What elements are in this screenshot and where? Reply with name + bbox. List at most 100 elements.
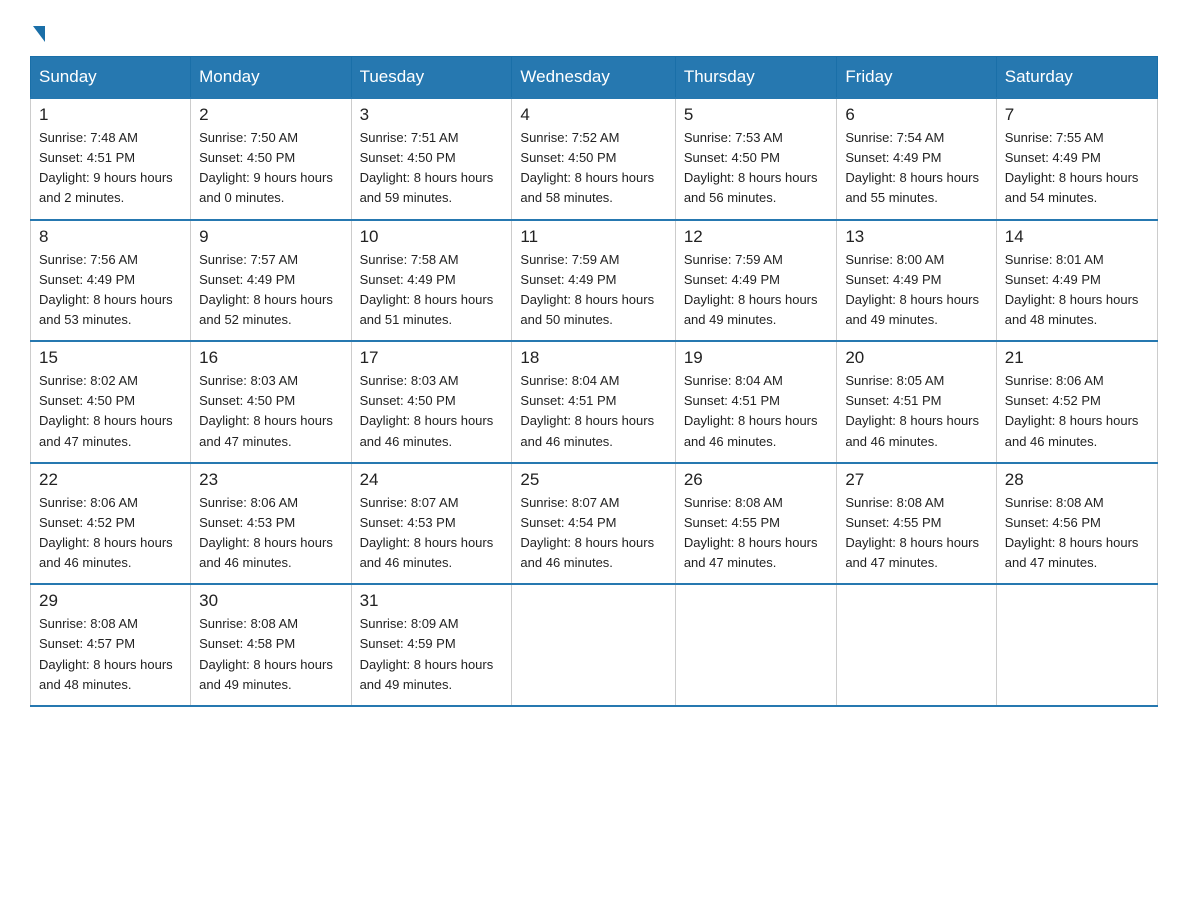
day-info: Sunrise: 7:54 AMSunset: 4:49 PMDaylight:… <box>845 128 987 209</box>
calendar-cell: 25 Sunrise: 8:07 AMSunset: 4:54 PMDayligh… <box>512 463 675 585</box>
calendar-cell: 31 Sunrise: 8:09 AMSunset: 4:59 PMDayligh… <box>351 584 512 706</box>
day-number: 23 <box>199 470 342 490</box>
calendar-cell: 11 Sunrise: 7:59 AMSunset: 4:49 PMDayligh… <box>512 220 675 342</box>
page-header <box>30 20 1158 40</box>
day-info: Sunrise: 8:09 AMSunset: 4:59 PMDaylight:… <box>360 614 504 695</box>
day-info: Sunrise: 8:08 AMSunset: 4:55 PMDaylight:… <box>684 493 829 574</box>
day-number: 17 <box>360 348 504 368</box>
day-number: 14 <box>1005 227 1149 247</box>
col-header-wednesday: Wednesday <box>512 57 675 99</box>
col-header-sunday: Sunday <box>31 57 191 99</box>
day-info: Sunrise: 8:00 AMSunset: 4:49 PMDaylight:… <box>845 250 987 331</box>
day-number: 11 <box>520 227 666 247</box>
day-info: Sunrise: 7:53 AMSunset: 4:50 PMDaylight:… <box>684 128 829 209</box>
day-info: Sunrise: 7:50 AMSunset: 4:50 PMDaylight:… <box>199 128 342 209</box>
calendar-cell <box>675 584 837 706</box>
calendar-cell: 14Sunrise: 8:01 AMSunset: 4:49 PMDayligh… <box>996 220 1157 342</box>
day-number: 12 <box>684 227 829 247</box>
calendar-cell: 8 Sunrise: 7:56 AMSunset: 4:49 PMDaylight… <box>31 220 191 342</box>
day-number: 15 <box>39 348 182 368</box>
day-info: Sunrise: 8:06 AMSunset: 4:52 PMDaylight:… <box>39 493 182 574</box>
calendar-week-row: 22Sunrise: 8:06 AMSunset: 4:52 PMDayligh… <box>31 463 1158 585</box>
calendar-cell: 28 Sunrise: 8:08 AMSunset: 4:56 PMDayligh… <box>996 463 1157 585</box>
day-info: Sunrise: 7:51 AMSunset: 4:50 PMDaylight:… <box>360 128 504 209</box>
calendar-cell: 26 Sunrise: 8:08 AMSunset: 4:55 PMDayligh… <box>675 463 837 585</box>
calendar-cell: 5Sunrise: 7:53 AMSunset: 4:50 PMDaylight… <box>675 98 837 220</box>
calendar-cell: 7 Sunrise: 7:55 AMSunset: 4:49 PMDaylight… <box>996 98 1157 220</box>
logo-triangle-icon <box>33 26 45 42</box>
day-number: 9 <box>199 227 342 247</box>
day-number: 27 <box>845 470 987 490</box>
day-info: Sunrise: 8:06 AMSunset: 4:52 PMDaylight:… <box>1005 371 1149 452</box>
day-number: 16 <box>199 348 342 368</box>
day-number: 3 <box>360 105 504 125</box>
calendar-cell: 12 Sunrise: 7:59 AMSunset: 4:49 PMDayligh… <box>675 220 837 342</box>
calendar-cell: 10 Sunrise: 7:58 AMSunset: 4:49 PMDayligh… <box>351 220 512 342</box>
day-info: Sunrise: 8:02 AMSunset: 4:50 PMDaylight:… <box>39 371 182 452</box>
day-number: 8 <box>39 227 182 247</box>
day-number: 30 <box>199 591 342 611</box>
day-number: 26 <box>684 470 829 490</box>
day-number: 20 <box>845 348 987 368</box>
day-info: Sunrise: 7:59 AMSunset: 4:49 PMDaylight:… <box>684 250 829 331</box>
day-info: Sunrise: 7:59 AMSunset: 4:49 PMDaylight:… <box>520 250 666 331</box>
calendar-cell: 13 Sunrise: 8:00 AMSunset: 4:49 PMDayligh… <box>837 220 996 342</box>
calendar-cell <box>996 584 1157 706</box>
day-number: 6 <box>845 105 987 125</box>
calendar-header-row: SundayMondayTuesdayWednesdayThursdayFrid… <box>31 57 1158 99</box>
day-number: 2 <box>199 105 342 125</box>
day-info: Sunrise: 8:08 AMSunset: 4:56 PMDaylight:… <box>1005 493 1149 574</box>
calendar-week-row: 29Sunrise: 8:08 AMSunset: 4:57 PMDayligh… <box>31 584 1158 706</box>
day-number: 4 <box>520 105 666 125</box>
calendar-cell: 19 Sunrise: 8:04 AMSunset: 4:51 PMDayligh… <box>675 341 837 463</box>
calendar-cell: 1 Sunrise: 7:48 AMSunset: 4:51 PMDaylight… <box>31 98 191 220</box>
day-number: 28 <box>1005 470 1149 490</box>
calendar-cell: 27 Sunrise: 8:08 AMSunset: 4:55 PMDayligh… <box>837 463 996 585</box>
day-info: Sunrise: 7:55 AMSunset: 4:49 PMDaylight:… <box>1005 128 1149 209</box>
day-info: Sunrise: 7:56 AMSunset: 4:49 PMDaylight:… <box>39 250 182 331</box>
calendar-cell: 23 Sunrise: 8:06 AMSunset: 4:53 PMDayligh… <box>191 463 351 585</box>
day-number: 25 <box>520 470 666 490</box>
calendar-cell: 3 Sunrise: 7:51 AMSunset: 4:50 PMDaylight… <box>351 98 512 220</box>
day-info: Sunrise: 8:08 AMSunset: 4:55 PMDaylight:… <box>845 493 987 574</box>
calendar-cell: 2 Sunrise: 7:50 AMSunset: 4:50 PMDaylight… <box>191 98 351 220</box>
day-number: 18 <box>520 348 666 368</box>
calendar-week-row: 1 Sunrise: 7:48 AMSunset: 4:51 PMDaylight… <box>31 98 1158 220</box>
day-info: Sunrise: 8:04 AMSunset: 4:51 PMDaylight:… <box>520 371 666 452</box>
day-info: Sunrise: 8:06 AMSunset: 4:53 PMDaylight:… <box>199 493 342 574</box>
day-number: 31 <box>360 591 504 611</box>
calendar-cell: 6 Sunrise: 7:54 AMSunset: 4:49 PMDaylight… <box>837 98 996 220</box>
day-info: Sunrise: 8:05 AMSunset: 4:51 PMDaylight:… <box>845 371 987 452</box>
day-info: Sunrise: 8:07 AMSunset: 4:54 PMDaylight:… <box>520 493 666 574</box>
calendar-cell <box>837 584 996 706</box>
calendar-cell: 9 Sunrise: 7:57 AMSunset: 4:49 PMDaylight… <box>191 220 351 342</box>
calendar-cell: 24Sunrise: 8:07 AMSunset: 4:53 PMDayligh… <box>351 463 512 585</box>
calendar-cell: 16Sunrise: 8:03 AMSunset: 4:50 PMDayligh… <box>191 341 351 463</box>
calendar-cell: 15 Sunrise: 8:02 AMSunset: 4:50 PMDayligh… <box>31 341 191 463</box>
day-info: Sunrise: 8:04 AMSunset: 4:51 PMDaylight:… <box>684 371 829 452</box>
day-info: Sunrise: 7:57 AMSunset: 4:49 PMDaylight:… <box>199 250 342 331</box>
calendar-cell: 21Sunrise: 8:06 AMSunset: 4:52 PMDayligh… <box>996 341 1157 463</box>
day-info: Sunrise: 8:08 AMSunset: 4:57 PMDaylight:… <box>39 614 182 695</box>
calendar-cell: 17Sunrise: 8:03 AMSunset: 4:50 PMDayligh… <box>351 341 512 463</box>
col-header-tuesday: Tuesday <box>351 57 512 99</box>
day-info: Sunrise: 7:52 AMSunset: 4:50 PMDaylight:… <box>520 128 666 209</box>
day-number: 19 <box>684 348 829 368</box>
day-number: 7 <box>1005 105 1149 125</box>
day-number: 1 <box>39 105 182 125</box>
calendar-cell: 30 Sunrise: 8:08 AMSunset: 4:58 PMDayligh… <box>191 584 351 706</box>
col-header-monday: Monday <box>191 57 351 99</box>
calendar-cell: 4 Sunrise: 7:52 AMSunset: 4:50 PMDaylight… <box>512 98 675 220</box>
calendar-cell <box>512 584 675 706</box>
day-info: Sunrise: 8:08 AMSunset: 4:58 PMDaylight:… <box>199 614 342 695</box>
col-header-thursday: Thursday <box>675 57 837 99</box>
day-number: 10 <box>360 227 504 247</box>
day-info: Sunrise: 7:58 AMSunset: 4:49 PMDaylight:… <box>360 250 504 331</box>
day-info: Sunrise: 7:48 AMSunset: 4:51 PMDaylight:… <box>39 128 182 209</box>
col-header-friday: Friday <box>837 57 996 99</box>
col-header-saturday: Saturday <box>996 57 1157 99</box>
day-info: Sunrise: 8:07 AMSunset: 4:53 PMDaylight:… <box>360 493 504 574</box>
day-number: 13 <box>845 227 987 247</box>
calendar-cell: 22Sunrise: 8:06 AMSunset: 4:52 PMDayligh… <box>31 463 191 585</box>
calendar-week-row: 15 Sunrise: 8:02 AMSunset: 4:50 PMDayligh… <box>31 341 1158 463</box>
